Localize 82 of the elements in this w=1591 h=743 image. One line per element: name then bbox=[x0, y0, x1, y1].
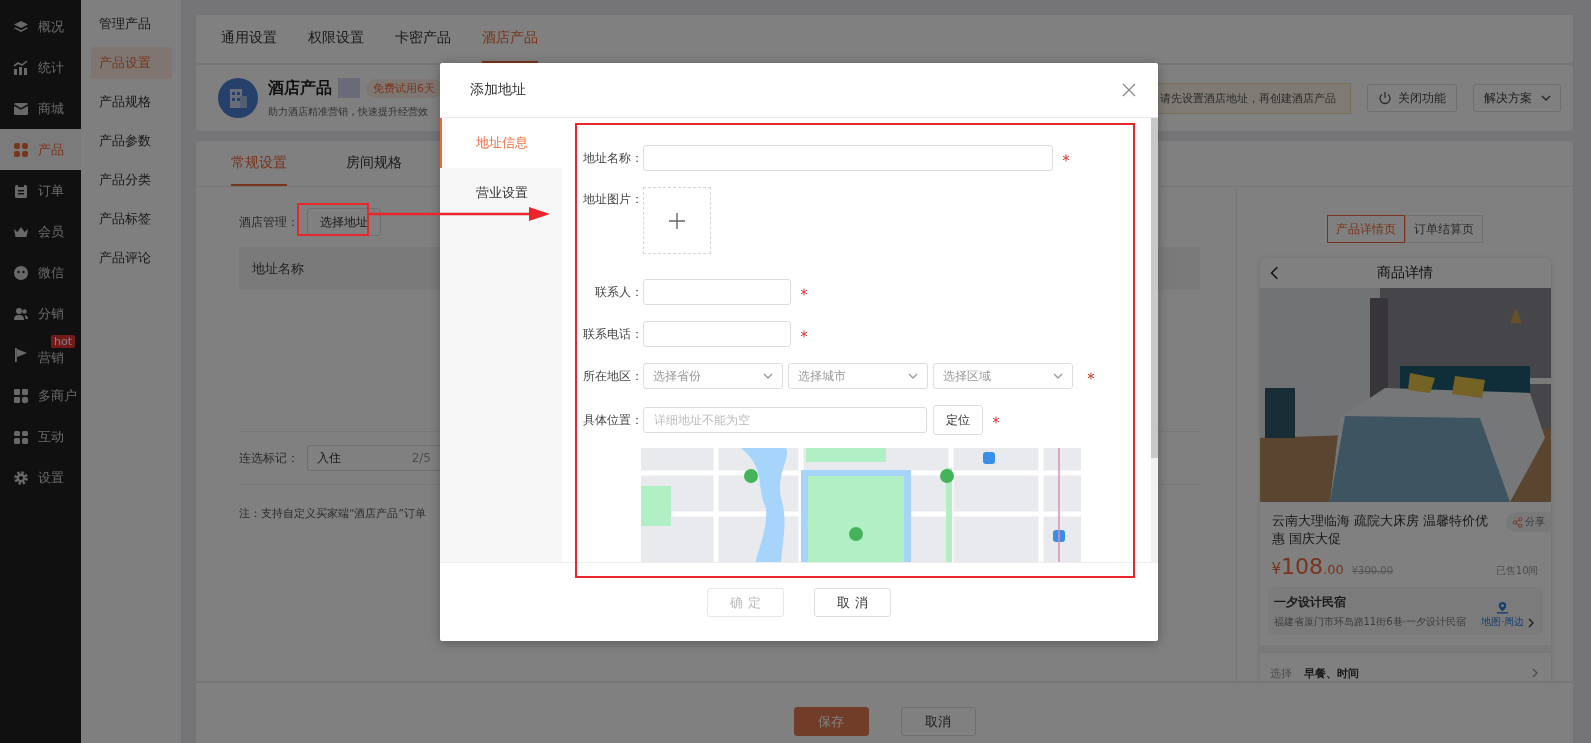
shop-name: 一夕设计民宿 bbox=[1273, 594, 1347, 611]
select-address-button[interactable]: 选择地址 bbox=[307, 208, 381, 236]
nav-item[interactable]: 互动 bbox=[0, 416, 81, 457]
layers-icon bbox=[13, 18, 29, 35]
tab[interactable]: 权限设置 bbox=[308, 15, 364, 63]
field-label: 地址图片： bbox=[582, 191, 643, 208]
bar-chart-icon bbox=[13, 59, 29, 76]
nav-item[interactable]: 多商户 bbox=[0, 375, 81, 416]
select-field[interactable]: 选择省份 bbox=[643, 363, 783, 389]
close-feature-button[interactable]: 关闭功能 bbox=[1367, 84, 1457, 112]
grid-icon bbox=[13, 428, 29, 445]
envelope-icon bbox=[13, 100, 29, 117]
nav-item[interactable]: 概况 bbox=[0, 6, 81, 47]
trial-badge: 免费试用6天 bbox=[366, 78, 442, 98]
sub-nav-item[interactable]: 产品设置 bbox=[91, 47, 172, 79]
nav-item[interactable]: 订单 bbox=[0, 170, 81, 211]
field-label: 酒店管理： bbox=[239, 213, 299, 231]
tab[interactable]: 卡密产品 bbox=[395, 15, 451, 63]
dialog-title: 添加地址 bbox=[470, 81, 526, 99]
note-text: 注：支持自定义买家端“酒店产品”订单 bbox=[239, 507, 427, 521]
sub-nav-item[interactable]: 产品参数 bbox=[91, 125, 172, 157]
segment-tab[interactable]: 产品详情页 bbox=[1327, 215, 1405, 243]
map-link[interactable]: 地图·周边 bbox=[1481, 615, 1525, 629]
dialog-menu-item[interactable]: 营业设置 bbox=[440, 168, 562, 218]
phone-title: 商品详情 bbox=[1377, 264, 1433, 282]
tab[interactable]: 房间规格 bbox=[346, 141, 402, 186]
locate-button[interactable]: 定位 bbox=[933, 405, 983, 435]
plus-icon bbox=[668, 211, 686, 230]
input-field[interactable] bbox=[643, 279, 791, 305]
field-label: 地址名称： bbox=[582, 149, 643, 167]
product-title: 酒店产品 bbox=[268, 77, 332, 99]
tab[interactable]: 常规设置 bbox=[231, 141, 287, 186]
nav-item[interactable]: 分销 bbox=[0, 293, 81, 334]
grid-icon bbox=[13, 141, 29, 158]
field-label: 连选标记： bbox=[239, 449, 299, 467]
sub-nav-item[interactable]: 产品分类 bbox=[91, 164, 172, 196]
image-upload[interactable] bbox=[643, 187, 711, 254]
field-label: 具体位置： bbox=[582, 411, 643, 429]
nav-item[interactable]: hot 营销 bbox=[0, 334, 81, 375]
clipboard-icon bbox=[13, 182, 29, 199]
nav-item[interactable]: 统计 bbox=[0, 47, 81, 88]
input-field[interactable]: 详细地址不能为空 bbox=[643, 407, 927, 433]
input-field[interactable] bbox=[643, 321, 791, 347]
nav-item[interactable]: 微信 bbox=[0, 252, 81, 293]
sub-nav-item[interactable]: 产品评论 bbox=[91, 242, 172, 274]
cancel-button[interactable]: 取消 bbox=[900, 707, 976, 736]
product-description: 助力酒店精准营销，快速提升经营效 bbox=[268, 104, 429, 119]
power-icon bbox=[1378, 91, 1392, 105]
sub-nav-item[interactable]: 产品标签 bbox=[91, 203, 172, 235]
select-field[interactable]: 选择城市 bbox=[788, 363, 928, 389]
close-icon[interactable] bbox=[1122, 83, 1136, 97]
building-icon bbox=[218, 78, 258, 118]
hot-badge: hot bbox=[51, 335, 75, 348]
scrollbar[interactable] bbox=[1151, 118, 1158, 562]
solutions-dropdown[interactable]: 解决方案 bbox=[1473, 84, 1561, 112]
tab[interactable]: 通用设置 bbox=[221, 15, 277, 63]
option-value: 早餐、时间 bbox=[1303, 665, 1360, 681]
store-icon bbox=[13, 387, 29, 404]
cancel-button[interactable]: 取 消 bbox=[814, 588, 891, 617]
product-name: 云南大理临海 疏院大床房 温馨特价优惠 国庆大促 bbox=[1271, 512, 1489, 548]
nav-item[interactable]: 商城 bbox=[0, 88, 81, 129]
sub-nav-item[interactable]: 管理产品 bbox=[91, 8, 172, 40]
nav-item[interactable]: 产品 bbox=[0, 129, 81, 170]
chat-icon bbox=[13, 264, 29, 281]
segment-tab[interactable]: 订单结算页 bbox=[1405, 215, 1483, 243]
input-field[interactable] bbox=[643, 145, 1053, 171]
people-icon bbox=[13, 305, 29, 322]
nav-item[interactable]: 设置 bbox=[0, 457, 81, 498]
select-field[interactable]: 选择区域 bbox=[933, 363, 1073, 389]
column-header: 地址名称 bbox=[252, 259, 304, 278]
field-label: 联系电话： bbox=[582, 325, 643, 343]
flag-icon bbox=[13, 346, 29, 363]
settings-icon bbox=[13, 469, 29, 486]
field-label: 所在地区： bbox=[582, 367, 643, 385]
dialog-menu-item[interactable]: 地址信息 bbox=[440, 118, 562, 168]
field-label: 联系人： bbox=[594, 283, 643, 301]
nav-item[interactable]: 会员 bbox=[0, 211, 81, 252]
price: ¥108.00 bbox=[1271, 554, 1344, 579]
location-pin-icon bbox=[1496, 601, 1510, 614]
share-icon bbox=[1511, 516, 1523, 528]
sub-nav-item[interactable]: 产品规格 bbox=[91, 86, 172, 118]
highlight-frame bbox=[297, 203, 369, 236]
